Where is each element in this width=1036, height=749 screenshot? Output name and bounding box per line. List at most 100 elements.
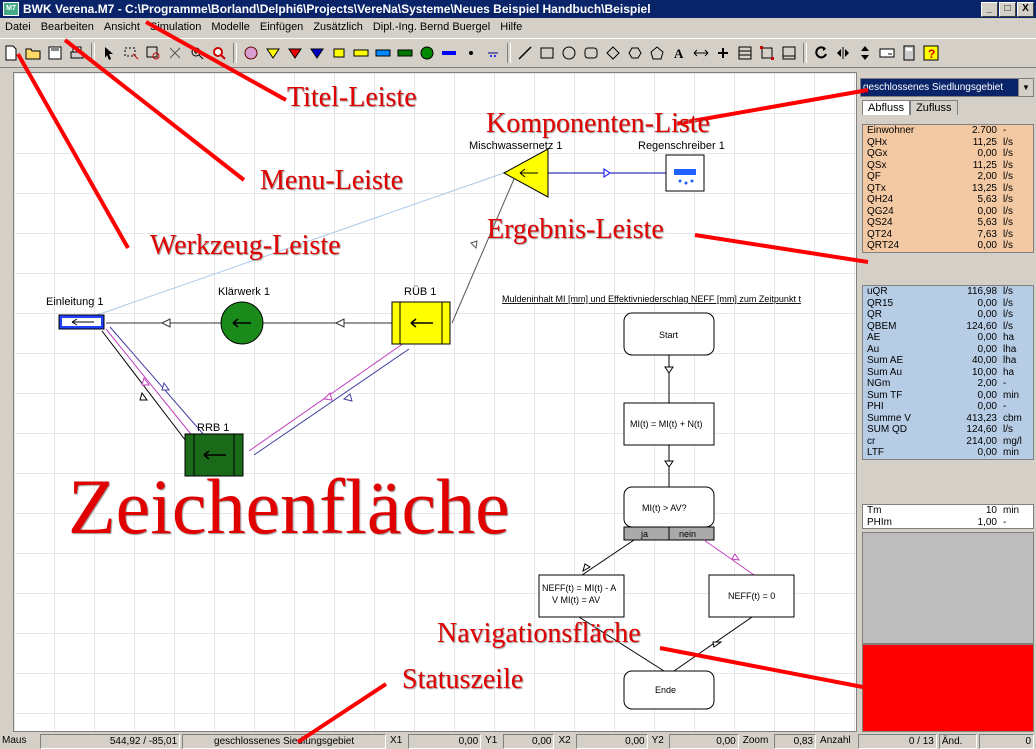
einleitung-label: Einleitung 1: [46, 296, 104, 308]
einleitung-node[interactable]: [58, 314, 105, 330]
annotation-zeichenflaeche: Zeichenfläche: [68, 463, 510, 550]
diamond-tool-icon[interactable]: [603, 43, 623, 63]
connection-rrb-einleitung-1[interactable]: [105, 328, 195, 439]
component-list-combo[interactable]: geschlossenes Siedlungsgebiet ▼: [860, 78, 1034, 97]
result-value: 10,00: [971, 366, 997, 378]
result-unit: l/s: [1003, 297, 1013, 309]
flow-step-label: MI(t) = MI(t) + N(t): [630, 419, 703, 429]
dialog-icon[interactable]: [877, 43, 897, 63]
dimension-tool-icon[interactable]: [691, 43, 711, 63]
calculator-icon[interactable]: [899, 43, 919, 63]
tab-zufluss[interactable]: Zufluss: [910, 100, 958, 115]
pipe-blue-icon[interactable]: [439, 43, 459, 63]
frame-tool-icon[interactable]: [757, 43, 777, 63]
text-tool-icon[interactable]: A: [669, 43, 689, 63]
help-icon[interactable]: ?: [921, 43, 941, 63]
result-value: 0,00: [977, 343, 997, 355]
menu-datei[interactable]: Datei: [0, 21, 36, 33]
menu-buergel[interactable]: Dipl.-Ing. Bernd Buergel: [368, 21, 495, 33]
status-x2-label: X2: [558, 735, 571, 746]
connection-rrb-einleitung-2[interactable]: [109, 326, 205, 436]
globe-icon[interactable]: [241, 43, 261, 63]
result-row: QSx 11,25 l/s: [863, 160, 1033, 172]
save-icon[interactable]: [45, 43, 65, 63]
open-folder-icon[interactable]: [23, 43, 43, 63]
select-region-icon[interactable]: [121, 43, 141, 63]
restore-button[interactable]: □: [999, 1, 1016, 17]
rect-tool-icon[interactable]: [537, 43, 557, 63]
drawing-canvas[interactable]: Einleitung 1 Klärwerk 1 RÜB 1 RRB 1 Misc…: [13, 72, 857, 732]
status-aend-value: 0: [978, 734, 1034, 749]
close-button[interactable]: X: [1017, 1, 1034, 17]
mischwassernetz-node[interactable]: [502, 148, 549, 198]
rect-green-icon[interactable]: [395, 43, 415, 63]
result-value: 214,00: [966, 435, 997, 447]
triangle-red-icon[interactable]: [285, 43, 305, 63]
result-unit: l/s: [1003, 424, 1013, 435]
print-icon[interactable]: [67, 43, 87, 63]
rect-yellow-icon[interactable]: [351, 43, 371, 63]
zoom-in-icon[interactable]: [187, 43, 207, 63]
menu-zusaetzlich[interactable]: Zusätzlich: [308, 21, 368, 33]
result-unit: min: [1003, 447, 1020, 458]
flip-vertical-icon[interactable]: [855, 43, 875, 63]
annotation-ergebnis-leiste: Ergebnis-Leiste: [487, 214, 664, 245]
triangle-blue-icon[interactable]: [307, 43, 327, 63]
annotation-menu-leiste: Menu-Leiste: [260, 165, 404, 196]
window-tool-icon[interactable]: [779, 43, 799, 63]
connection-rrb-einleitung-3[interactable]: [101, 330, 190, 446]
navigation-area[interactable]: [862, 644, 1034, 732]
status-maus-label: Maus: [2, 735, 27, 746]
pentagon-tool-icon[interactable]: [647, 43, 667, 63]
flip-horizontal-icon[interactable]: [833, 43, 853, 63]
zoom-region-icon[interactable]: [143, 43, 163, 63]
result-row: QR15 0,00 l/s: [863, 298, 1033, 310]
rect-blue-icon[interactable]: [373, 43, 393, 63]
result-row: Tm 10 min: [863, 505, 1033, 517]
menu-ansicht[interactable]: Ansicht: [99, 21, 145, 33]
menu-simulation[interactable]: Simulation: [145, 21, 206, 33]
menu-hilfe[interactable]: Hilfe: [495, 21, 527, 33]
triangle-yellow-icon[interactable]: [263, 43, 283, 63]
circle-tool-icon[interactable]: [559, 43, 579, 63]
pan-icon[interactable]: [165, 43, 185, 63]
result-row: PHIm 1,00-: [863, 517, 1033, 529]
result-name: QRT24: [867, 240, 900, 251]
roundrect-tool-icon[interactable]: [581, 43, 601, 63]
zoom-out-icon[interactable]: [209, 43, 229, 63]
regenschreiber-node[interactable]: [665, 154, 705, 192]
result-value: 2.700: [971, 125, 997, 136]
result-name: QBEM: [867, 320, 897, 332]
menu-modelle[interactable]: Modelle: [206, 21, 255, 33]
result-row: Summe V 413,23 cbm: [863, 413, 1033, 425]
annotation-werkzeug-leiste: Werkzeug-Leiste: [150, 230, 341, 261]
table-tool-icon[interactable]: [735, 43, 755, 63]
klaerwerk-node[interactable]: [220, 301, 264, 345]
result-unit: l/s: [1003, 171, 1013, 182]
dropdown-arrow-icon[interactable]: ▼: [1018, 79, 1033, 96]
rotate-icon[interactable]: [811, 43, 831, 63]
flow-yes-label: ja: [640, 529, 648, 539]
result-value: 5,63: [977, 194, 997, 205]
result-section-1: Einwohner 2.700- QHx 11,25 l/s QGx 0,00 l/s QSx 1…: [862, 124, 1034, 253]
new-file-icon[interactable]: [1, 43, 21, 63]
status-aend-label: Änd.: [938, 734, 977, 749]
box-icon[interactable]: [329, 43, 349, 63]
rueb-node[interactable]: [391, 301, 451, 345]
result-name: Sum AE: [867, 355, 904, 366]
result-unit: lha: [1003, 355, 1017, 366]
menu-einfuegen[interactable]: Einfügen: [255, 21, 308, 33]
result-value: 0,00: [977, 205, 997, 217]
select-arrow-icon[interactable]: [99, 43, 119, 63]
connection-rueb-rrb-2[interactable]: [253, 348, 410, 456]
dot-icon[interactable]: [461, 43, 481, 63]
menu-bearbeiten[interactable]: Bearbeiten: [36, 21, 99, 33]
line-tool-icon[interactable]: [515, 43, 535, 63]
hexagon-tool-icon[interactable]: [625, 43, 645, 63]
component-list-value: geschlossenes Siedlungsgebiet: [861, 79, 1018, 96]
plus-tool-icon[interactable]: [713, 43, 733, 63]
rain-gauge-icon[interactable]: [483, 43, 503, 63]
minimize-button[interactable]: _: [981, 1, 998, 17]
tab-abfluss[interactable]: Abfluss: [862, 100, 911, 115]
circle-green-icon[interactable]: [417, 43, 437, 63]
